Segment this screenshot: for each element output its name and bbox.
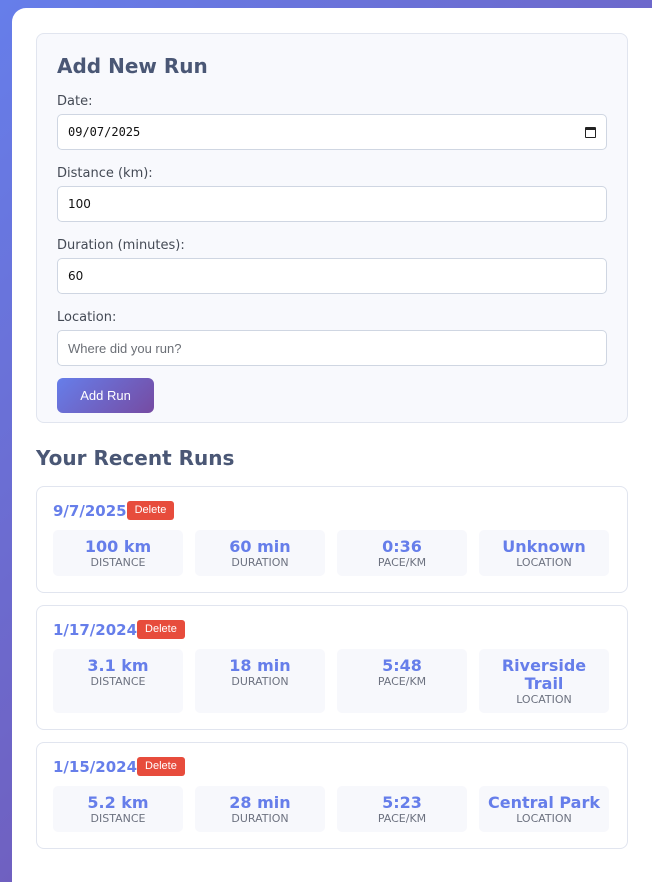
stat-location: Riverside Trail LOCATION — [479, 649, 609, 713]
stat-distance: 3.1 km DISTANCE — [53, 649, 183, 713]
location-value: Riverside Trail — [501, 656, 587, 693]
location-value: Unknown — [502, 537, 586, 556]
duration-label: Duration (minutes): — [57, 238, 185, 253]
pace-label: PACE/KM — [377, 556, 427, 569]
run-stats: 5.2 km DISTANCE 28 min DURATION 5:23 PAC… — [53, 786, 609, 832]
stat-duration: 60 min DURATION — [195, 530, 325, 576]
date-label: Date: — [57, 94, 93, 109]
main-card: Add New Run Date: 09/07/2025 Distance (k… — [12, 8, 652, 882]
stat-distance: 100 km DISTANCE — [53, 530, 183, 576]
run-date: 1/15/2024 — [53, 758, 138, 776]
stat-location: Central Park LOCATION — [479, 786, 609, 832]
pace-value: 5:23 — [382, 793, 422, 812]
recent-runs-title: Your Recent Runs — [36, 446, 235, 470]
duration-value: 18 min — [229, 656, 291, 675]
run-card: 1/15/2024 Delete 5.2 km DISTANCE 28 min … — [36, 742, 628, 849]
pace-value: 5:48 — [382, 656, 422, 675]
calendar-icon[interactable] — [585, 126, 596, 138]
stat-pace: 5:48 PACE/KM — [337, 649, 467, 713]
location-label: Location: — [57, 310, 117, 325]
distance-label: DISTANCE — [90, 675, 146, 688]
date-input[interactable]: 09/07/2025 — [57, 114, 607, 150]
stat-duration: 28 min DURATION — [195, 786, 325, 832]
distance-value: 5.2 km — [87, 793, 149, 812]
add-run-button[interactable]: Add Run — [57, 378, 154, 413]
location-label: LOCATION — [516, 556, 572, 569]
distance-value: 3.1 km — [87, 656, 149, 675]
duration-label: DURATION — [231, 556, 289, 569]
stat-distance: 5.2 km DISTANCE — [53, 786, 183, 832]
location-label: LOCATION — [516, 812, 572, 825]
stat-duration: 18 min DURATION — [195, 649, 325, 713]
add-run-form: Add New Run Date: 09/07/2025 Distance (k… — [36, 33, 628, 423]
location-placeholder: Where did you run? — [68, 340, 182, 356]
duration-value: 60 — [68, 269, 84, 283]
run-stats: 3.1 km DISTANCE 18 min DURATION 5:48 PAC… — [53, 649, 609, 713]
duration-label: DURATION — [231, 812, 289, 825]
run-card: 9/7/2025 Delete 100 km DISTANCE 60 min D… — [36, 486, 628, 593]
run-date: 1/17/2024 — [53, 621, 138, 639]
location-value: Central Park — [488, 793, 600, 812]
run-date: 9/7/2025 — [53, 502, 127, 520]
pace-label: PACE/KM — [377, 675, 427, 688]
delete-button[interactable]: Delete — [137, 756, 185, 776]
run-header: 9/7/2025 Delete — [53, 500, 175, 521]
location-label: LOCATION — [516, 693, 572, 706]
stat-pace: 5:23 PACE/KM — [337, 786, 467, 832]
date-value: 09/07/2025 — [68, 125, 141, 139]
run-header: 1/17/2024 Delete — [53, 619, 185, 640]
duration-value: 60 min — [229, 537, 291, 556]
duration-label: DURATION — [231, 675, 289, 688]
duration-input[interactable]: 60 — [57, 258, 607, 294]
distance-value: 100 — [68, 197, 91, 211]
distance-label: DISTANCE — [90, 556, 146, 569]
distance-input[interactable]: 100 — [57, 186, 607, 222]
run-card: 1/17/2024 Delete 3.1 km DISTANCE 18 min … — [36, 605, 628, 730]
distance-label: DISTANCE — [90, 812, 146, 825]
delete-button[interactable]: Delete — [137, 619, 185, 639]
distance-value: 100 km — [84, 537, 152, 556]
duration-value: 28 min — [229, 793, 291, 812]
run-stats: 100 km DISTANCE 60 min DURATION 0:36 PAC… — [53, 530, 609, 576]
form-title: Add New Run — [57, 54, 208, 78]
location-input[interactable]: Where did you run? — [57, 330, 607, 366]
distance-label: Distance (km): — [57, 166, 153, 181]
pace-value: 0:36 — [382, 537, 422, 556]
stat-location: Unknown LOCATION — [479, 530, 609, 576]
stat-pace: 0:36 PACE/KM — [337, 530, 467, 576]
pace-label: PACE/KM — [377, 812, 427, 825]
delete-button[interactable]: Delete — [126, 500, 175, 520]
run-header: 1/15/2024 Delete — [53, 756, 185, 777]
